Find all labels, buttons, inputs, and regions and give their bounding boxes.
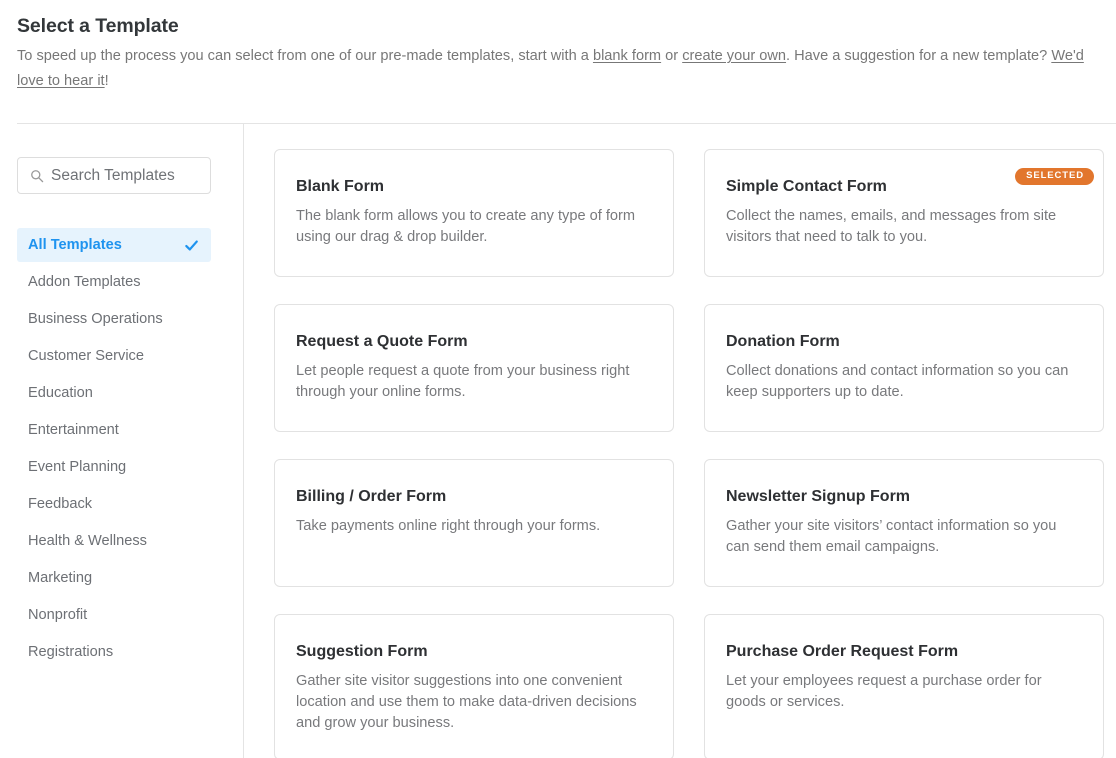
sidebar-item-label: Entertainment (28, 422, 119, 438)
template-title: Suggestion Form (296, 643, 428, 660)
template-description: Collect donations and contact informatio… (726, 363, 1069, 400)
template-card-blank-form[interactable]: Blank Form The blank form allows you to … (274, 149, 674, 277)
template-title: Blank Form (296, 178, 385, 195)
search-input[interactable] (18, 158, 210, 193)
template-chooser-page: Select a Template To speed up the proces… (0, 0, 1116, 758)
template-title: Purchase Order Request Form (726, 643, 959, 660)
blank-form-link[interactable]: blank form (593, 48, 661, 64)
template-description: Let your employees request a purchase or… (726, 673, 1042, 710)
search-icon (31, 169, 44, 182)
template-title: Billing / Order Form (296, 488, 447, 505)
template-description: Collect the names, emails, and messages … (726, 208, 1057, 245)
template-card-newsletter-signup-form[interactable]: Newsletter Signup Form Gather your site … (704, 459, 1104, 587)
description-text-4: ! (104, 73, 109, 89)
page-header: Select a Template To speed up the proces… (17, 0, 1102, 94)
sidebar-item-customer-service[interactable]: Customer Service (17, 339, 211, 373)
template-title: Request a Quote Form (296, 333, 468, 350)
sidebar-item-label: Addon Templates (28, 274, 141, 290)
template-description: Gather your site visitors’ contact infor… (726, 518, 1057, 555)
check-icon (185, 239, 198, 251)
template-description: Gather site visitor suggestions into one… (296, 673, 637, 731)
template-title: Newsletter Signup Form (726, 488, 911, 505)
template-title: Donation Form (726, 333, 840, 350)
sidebar-item-label: Customer Service (28, 348, 144, 364)
sidebar-item-education[interactable]: Education (17, 376, 211, 410)
template-card-billing-order-form[interactable]: Billing / Order Form Take payments onlin… (274, 459, 674, 587)
template-card-simple-contact-form[interactable]: SELECTED Simple Contact Form Collect the… (704, 149, 1104, 277)
sidebar-item-nonprofit[interactable]: Nonprofit (17, 598, 211, 632)
sidebar-item-label: Health & Wellness (28, 533, 147, 549)
sidebar-item-marketing[interactable]: Marketing (17, 561, 211, 595)
sidebar-item-label: Feedback (28, 496, 93, 512)
description-text-2: or (661, 48, 683, 64)
status-badge: SELECTED (1015, 168, 1094, 185)
sidebar-item-business-operations[interactable]: Business Operations (17, 302, 211, 336)
header-divider (17, 123, 1116, 124)
page-description: To speed up the process you can select f… (17, 39, 1102, 94)
sidebar-item-entertainment[interactable]: Entertainment (17, 413, 211, 447)
sidebar-item-label: Business Operations (28, 311, 163, 327)
sidebar-item-label: Marketing (28, 570, 93, 586)
sidebar-item-addon-templates[interactable]: Addon Templates (17, 265, 211, 299)
sidebar-item-label: Nonprofit (28, 607, 88, 623)
sidebar-item-label: Registrations (28, 644, 114, 660)
template-card-donation-form[interactable]: Donation Form Collect donations and cont… (704, 304, 1104, 432)
template-description: The blank form allows you to create any … (296, 208, 636, 245)
sidebar-item-label: Education (28, 385, 93, 401)
sidebar-item-all-templates[interactable]: All Templates (17, 228, 211, 262)
template-grid: Blank Form The blank form allows you to … (274, 149, 1104, 758)
sidebar-divider (243, 123, 244, 758)
page-title: Select a Template (17, 15, 179, 37)
template-card-suggestion-form[interactable]: Suggestion Form Gather site visitor sugg… (274, 614, 674, 758)
sidebar-item-health-wellness[interactable]: Health & Wellness (17, 524, 211, 558)
search-templates-box[interactable] (17, 157, 211, 194)
category-list: All Templates Addon Templates Business O… (17, 228, 211, 669)
create-your-own-link[interactable]: create your own (682, 48, 786, 64)
sidebar-item-event-planning[interactable]: Event Planning (17, 450, 211, 484)
sidebar-item-label: Event Planning (28, 459, 127, 475)
template-description: Take payments online right through your … (296, 518, 601, 534)
sidebar-item-feedback[interactable]: Feedback (17, 487, 211, 521)
sidebar-item-registrations[interactable]: Registrations (17, 635, 211, 669)
sidebar-item-label: All Templates (28, 237, 122, 253)
sidebar: All Templates Addon Templates Business O… (17, 157, 211, 672)
template-card-request-a-quote-form[interactable]: Request a Quote Form Let people request … (274, 304, 674, 432)
template-description: Let people request a quote from your bus… (296, 363, 630, 400)
description-text-3: . Have a suggestion for a new template? (786, 48, 1052, 64)
template-card-purchase-order-request-form[interactable]: Purchase Order Request Form Let your emp… (704, 614, 1104, 758)
description-text-1: To speed up the process you can select f… (17, 48, 593, 64)
